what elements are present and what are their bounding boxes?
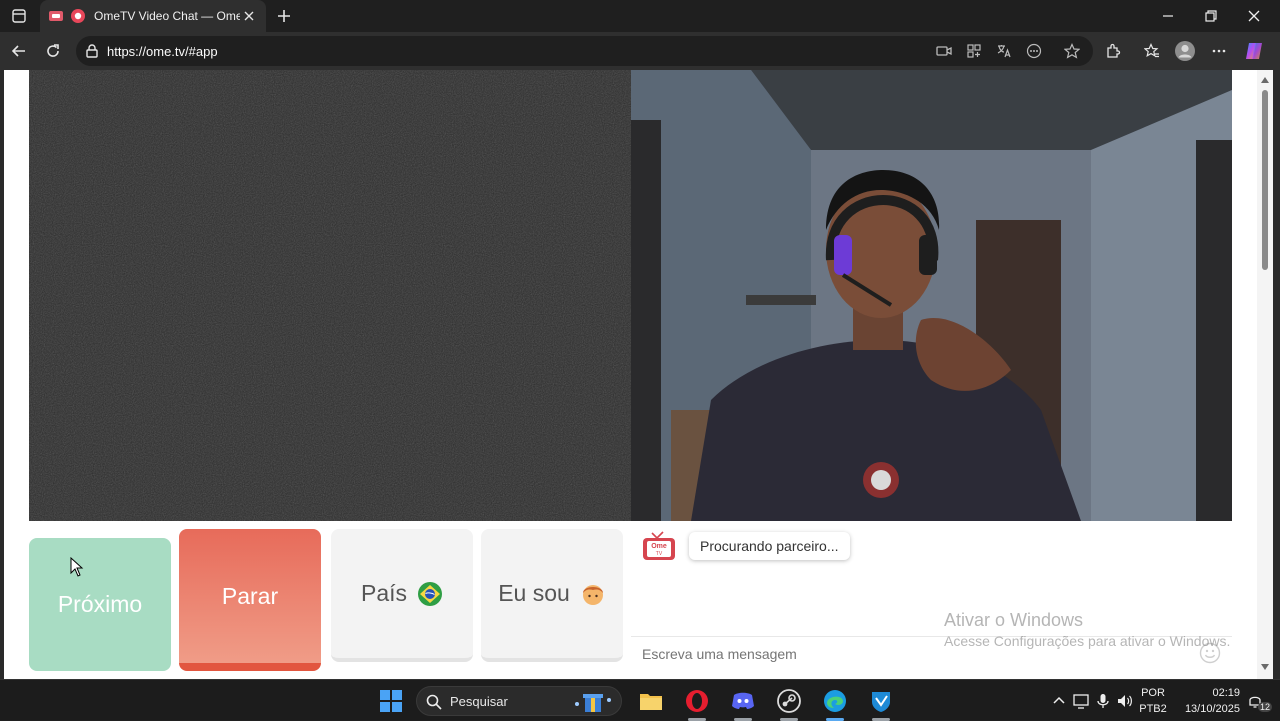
activation-watermark-text: Acesse Configurações para ativar o Windo… — [944, 633, 1231, 649]
site-info-icon[interactable] — [84, 43, 100, 59]
app-available-icon[interactable] — [966, 43, 982, 59]
camera-in-use-icon[interactable] — [936, 43, 952, 59]
notification-count-badge: 12 — [1258, 702, 1272, 712]
brazil-flag-icon — [418, 581, 443, 606]
back-button[interactable] — [6, 39, 32, 63]
steam-icon[interactable] — [776, 688, 802, 714]
svg-text:Ome: Ome — [651, 543, 667, 550]
settings-more-icon[interactable] — [1206, 39, 1232, 63]
keyboard-layout[interactable]: PTB2 — [1138, 703, 1168, 715]
profile-avatar[interactable] — [1172, 39, 1198, 63]
restore-button[interactable] — [1189, 0, 1233, 32]
page-scrollbar[interactable] — [1257, 70, 1273, 679]
boy-face-icon — [582, 584, 603, 605]
search-highlight-icon — [575, 694, 611, 712]
chat-status-message: Procurando parceiro... — [689, 532, 850, 560]
ometv-app: Próximo Parar País Eu sou Ome TV Procura… — [4, 70, 1257, 679]
copilot-icon[interactable] — [1241, 39, 1267, 63]
next-button-label: Próximo — [57, 591, 143, 617]
stop-button-label: Parar — [221, 582, 279, 609]
address-bar[interactable]: https://ome.tv/#app — [76, 36, 1093, 66]
ometv-logo-icon: Ome TV — [643, 531, 675, 560]
stop-button[interactable]: Parar — [179, 529, 321, 671]
gender-button-label: Eu sou — [498, 580, 570, 606]
tab-title: OmeTV Video Chat — Omeg — [94, 9, 240, 23]
discord-icon[interactable] — [730, 688, 756, 714]
mouse-cursor-icon — [70, 557, 84, 577]
scroll-up-icon[interactable] — [1260, 75, 1270, 85]
opera-browser-icon[interactable] — [684, 688, 710, 714]
tab-actions-button[interactable] — [6, 4, 32, 28]
activation-watermark-title: Ativar o Windows — [944, 610, 1084, 630]
scrollbar-thumb[interactable] — [1262, 90, 1268, 270]
partner-video — [29, 70, 631, 521]
network-icon[interactable] — [1072, 692, 1090, 710]
clock-time[interactable]: 02:19 — [1172, 687, 1240, 699]
microphone-icon[interactable] — [1094, 692, 1112, 710]
taskbar-search[interactable]: Pesquisar — [416, 686, 622, 716]
gender-button[interactable]: Eu sou — [481, 529, 623, 662]
next-button[interactable]: Próximo — [29, 538, 171, 671]
start-menu-icon[interactable] — [378, 688, 404, 714]
more-options-circle-icon[interactable] — [1026, 43, 1042, 59]
file-explorer-icon[interactable] — [638, 688, 664, 714]
favorite-star-icon[interactable] — [1064, 43, 1080, 59]
country-button[interactable]: País — [331, 529, 473, 662]
favorites-icon[interactable] — [1139, 39, 1165, 63]
page-viewport: Próximo Parar País Eu sou Ome TV Procura… — [0, 70, 1280, 679]
ometv-favicon-icon — [71, 9, 85, 23]
minimize-button[interactable] — [1146, 0, 1190, 32]
tab-tray-icon — [49, 11, 63, 21]
windows-taskbar: Pesquisar POR PTB2 02:19 13/10/2025 12 — [0, 679, 1280, 721]
close-window-button[interactable] — [1232, 0, 1276, 32]
input-language[interactable]: POR — [1138, 687, 1168, 699]
url-text: https://ome.tv/#app — [107, 44, 218, 59]
search-placeholder: Pesquisar — [450, 694, 508, 709]
new-tab-button[interactable] — [272, 4, 296, 28]
browser-tab-bar: OmeTV Video Chat — Omeg — [0, 0, 1280, 32]
show-hidden-icons-icon[interactable] — [1050, 692, 1068, 710]
svg-text:TV: TV — [656, 551, 663, 557]
volume-icon[interactable] — [1116, 692, 1134, 710]
self-camera-video — [631, 70, 1232, 521]
browser-toolbar: https://ome.tv/#app — [0, 32, 1280, 70]
country-button-label: País — [360, 580, 408, 606]
reload-button[interactable] — [40, 39, 66, 63]
search-icon — [426, 694, 442, 710]
browser-tab-active[interactable]: OmeTV Video Chat — Omeg — [40, 0, 266, 32]
scroll-down-icon[interactable] — [1260, 662, 1270, 672]
clock-date[interactable]: 13/10/2025 — [1172, 703, 1240, 715]
translate-icon[interactable] — [996, 43, 1012, 59]
extensions-icon[interactable] — [1100, 39, 1126, 63]
shield-app-icon[interactable] — [868, 688, 894, 714]
edge-browser-icon[interactable] — [822, 688, 848, 714]
close-tab-icon[interactable] — [240, 7, 258, 25]
